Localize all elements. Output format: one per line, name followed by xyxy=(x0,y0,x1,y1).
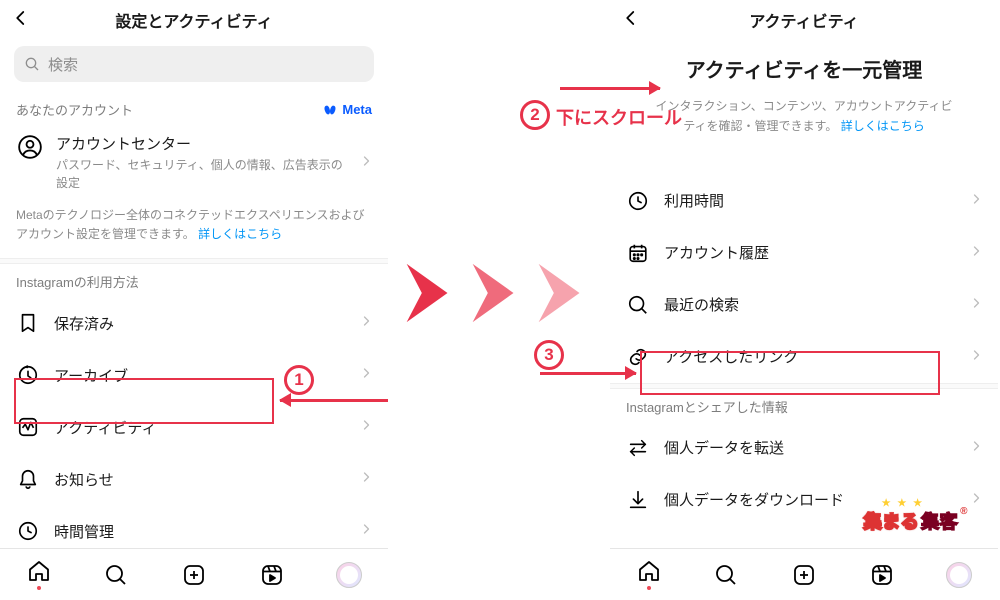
account-center-row[interactable]: アカウントセンター パスワード、セキュリティ、個人の情報、広告表示の設定 xyxy=(0,125,388,202)
chevron-right-icon xyxy=(360,521,372,541)
header: アクティビティ xyxy=(610,0,998,40)
annotation-number-1: 1 xyxy=(284,365,314,395)
header: 設定とアクティビティ xyxy=(0,0,388,40)
tab-reels[interactable] xyxy=(862,563,902,587)
tab-reels[interactable] xyxy=(252,563,292,587)
avatar-icon xyxy=(946,562,972,588)
page-title: 設定とアクティビティ xyxy=(36,8,352,32)
annotation-number-3: 3 xyxy=(534,340,564,370)
tab-home[interactable] xyxy=(629,559,669,590)
back-icon[interactable] xyxy=(622,9,646,31)
chevron-right-icon xyxy=(360,417,372,437)
clock-icon xyxy=(16,519,40,543)
chevron-right-icon xyxy=(970,243,982,263)
hero-learn-more-link[interactable]: 詳しくはこちら xyxy=(841,119,925,133)
annotation-highlight-1 xyxy=(14,378,274,424)
your-account-section-label: あなたのアカウント Meta xyxy=(0,92,388,125)
annotation-text-2: 下にスクロール xyxy=(556,104,682,130)
tab-search[interactable] xyxy=(706,563,746,587)
search-icon xyxy=(626,293,650,317)
annotation-arrow-2 xyxy=(560,87,660,90)
search-placeholder: 検索 xyxy=(48,54,78,75)
chevron-right-icon xyxy=(970,490,982,510)
transition-chevrons-icon xyxy=(400,258,592,328)
notification-dot-icon xyxy=(37,586,41,590)
brand-watermark: ★ ★ ★ 集まる集客® xyxy=(864,508,968,534)
tab-create[interactable] xyxy=(174,563,214,587)
chevron-right-icon xyxy=(360,313,372,333)
transfer-icon xyxy=(626,436,650,460)
tab-bar xyxy=(0,548,388,600)
meta-brand: Meta xyxy=(322,102,372,117)
chevron-right-icon xyxy=(360,365,372,385)
calendar-icon xyxy=(626,241,650,265)
row-transfer[interactable]: 個人データを転送 xyxy=(610,422,998,474)
bookmark-icon xyxy=(16,311,40,335)
tab-bar xyxy=(610,548,998,600)
tab-search[interactable] xyxy=(96,563,136,587)
account-center-title: アカウントセンター xyxy=(56,133,348,154)
page-title: アクティビティ xyxy=(646,8,962,32)
chevron-right-icon xyxy=(970,295,982,315)
avatar-icon xyxy=(336,562,362,588)
account-icon xyxy=(16,133,44,161)
annotation-arrow-3 xyxy=(540,372,636,375)
back-icon[interactable] xyxy=(12,9,36,31)
chevron-right-icon xyxy=(970,347,982,367)
clock-icon xyxy=(626,189,650,213)
account-center-subtitle: パスワード、セキュリティ、個人の情報、広告表示の設定 xyxy=(56,156,348,192)
chevron-right-icon xyxy=(360,153,372,172)
hero-title: アクティビティを一元管理 xyxy=(650,56,958,86)
row-account-history[interactable]: アカウント履歴 xyxy=(610,227,998,279)
settings-screen: 設定とアクティビティ 検索 あなたのアカウント Meta アカウントセンター パ… xyxy=(0,0,388,600)
tab-profile[interactable] xyxy=(939,562,979,588)
download-icon xyxy=(626,488,650,512)
account-center-note: Metaのテクノロジー全体のコネクテッドエクスペリエンスおよびアカウント設定を管… xyxy=(0,202,388,258)
usage-section-label: Instagramの利用方法 xyxy=(0,264,388,297)
row-recent-search[interactable]: 最近の検索 xyxy=(610,279,998,331)
tab-profile[interactable] xyxy=(329,562,369,588)
row-notifications[interactable]: お知らせ xyxy=(0,453,388,505)
learn-more-link[interactable]: 詳しくはこちら xyxy=(198,227,282,241)
notification-dot-icon xyxy=(647,586,651,590)
chevron-right-icon xyxy=(970,438,982,458)
annotation-arrow-1 xyxy=(280,399,388,402)
search-input[interactable]: 検索 xyxy=(14,46,374,82)
chevron-right-icon xyxy=(360,469,372,489)
row-usage-time[interactable]: 利用時間 xyxy=(610,175,998,227)
row-saved[interactable]: 保存済み xyxy=(0,297,388,349)
bell-icon xyxy=(16,467,40,491)
tab-home[interactable] xyxy=(19,559,59,590)
chevron-right-icon xyxy=(970,191,982,211)
annotation-number-2: 2 xyxy=(520,100,550,130)
annotation-highlight-3 xyxy=(640,351,940,395)
tab-create[interactable] xyxy=(784,563,824,587)
